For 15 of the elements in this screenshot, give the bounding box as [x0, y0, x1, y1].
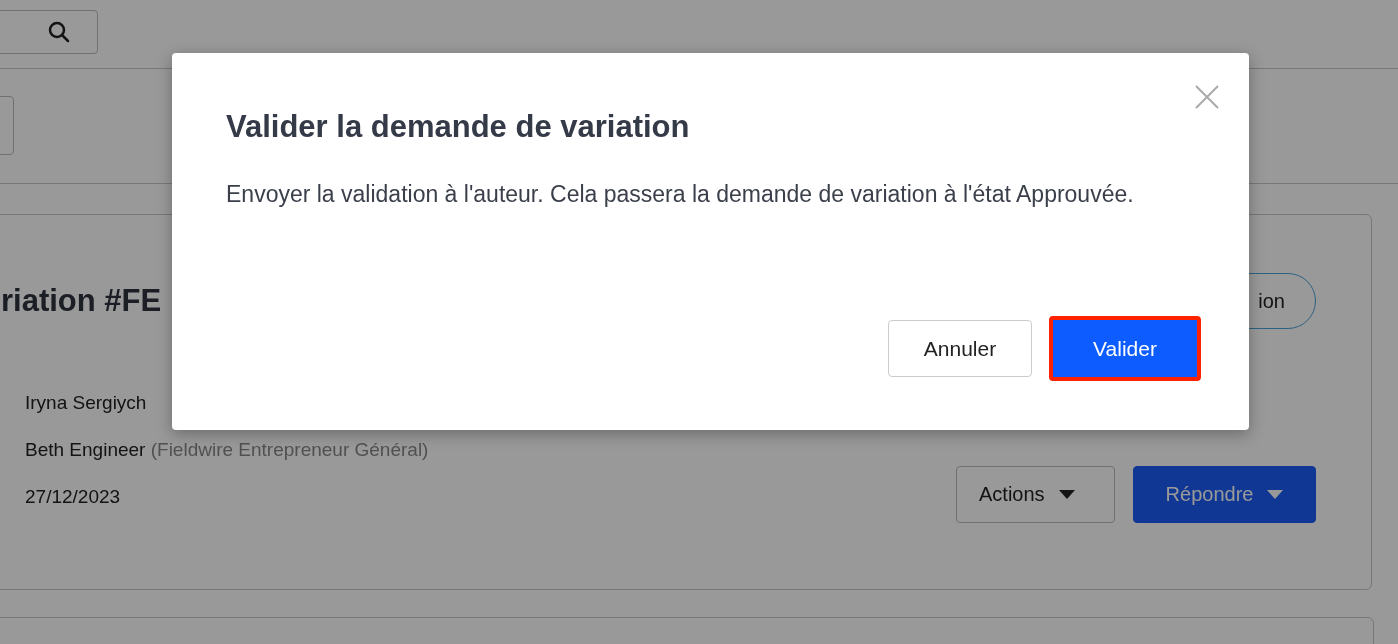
- person-name: Iryna Sergiych: [25, 391, 148, 415]
- caret-icon: [1267, 489, 1284, 500]
- cancel-button[interactable]: Annuler: [888, 320, 1032, 377]
- reply-button[interactable]: Répondre: [1133, 466, 1316, 523]
- actions-button[interactable]: Actions: [956, 466, 1115, 523]
- confirm-button[interactable]: Valider: [1049, 316, 1201, 381]
- search-button[interactable]: [0, 10, 98, 54]
- person-name: Beth Engineer (Fieldwire Entrepreneur Général): [25, 438, 429, 462]
- dialog-title: Valider la demande de variation: [226, 108, 691, 146]
- caret-icon: [1058, 489, 1075, 500]
- search-icon: [47, 20, 71, 44]
- date-text: 27/12/2023: [25, 485, 122, 509]
- close-icon[interactable]: [1195, 85, 1219, 109]
- request-title: riation #FE: [1, 283, 162, 319]
- dialog-message: Envoyer la validation à l'auteur. Cela passera la demande de variation à l'état Approuvée.: [226, 180, 1135, 209]
